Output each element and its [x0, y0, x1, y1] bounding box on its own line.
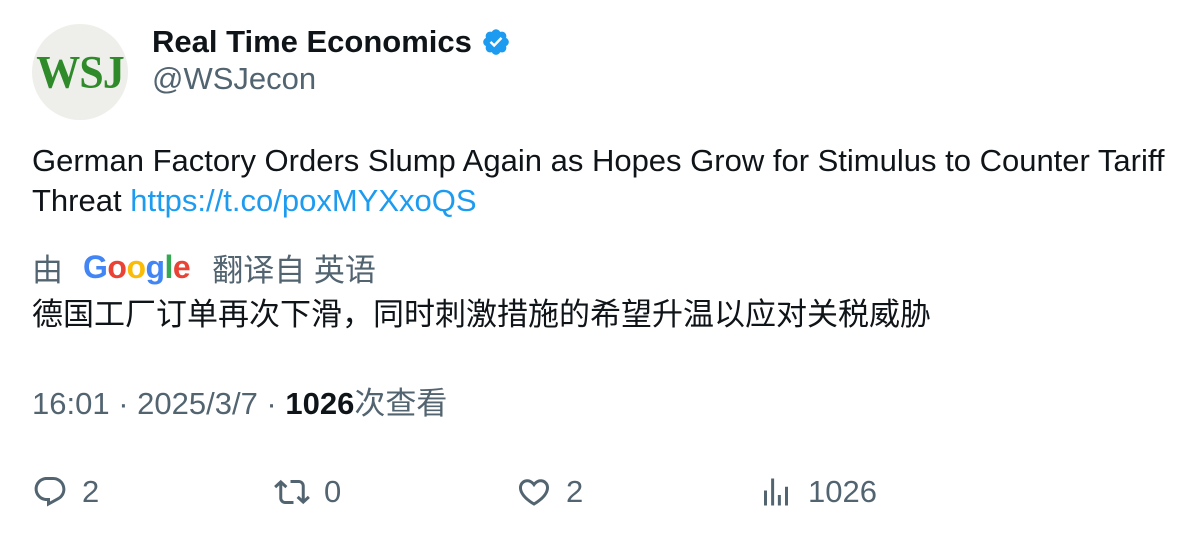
views-icon — [764, 478, 788, 506]
tweet-meta: 16:01 · 2025/3/7 · 1026次查看 — [32, 384, 447, 424]
reply-button[interactable]: 2 — [32, 470, 99, 514]
reply-count: 2 — [82, 474, 100, 509]
display-name[interactable]: Real Time Economics — [152, 24, 472, 60]
views-count: 1026 — [285, 386, 355, 421]
author-handle[interactable]: @WSJecon — [152, 61, 316, 97]
translation-source-label[interactable]: 翻译自 英语 — [212, 245, 376, 290]
tweet-link[interactable]: https://t.co/poxMYXxoQS — [130, 183, 476, 218]
like-button[interactable]: 2 — [516, 470, 583, 514]
avatar[interactable]: WSJ — [32, 24, 128, 120]
retweet-count: 0 — [324, 474, 342, 509]
like-icon — [518, 479, 550, 506]
like-count: 2 — [566, 474, 584, 509]
tweet-text: German Factory Orders Slump Again as Hop… — [32, 141, 1172, 221]
wsj-logo: WSJ — [36, 46, 124, 98]
meta-separator: · — [109, 386, 138, 421]
action-bar: 2 0 2 1026 — [32, 470, 1172, 514]
verified-badge-icon[interactable] — [481, 27, 511, 57]
translated-text: 德国工厂订单再次下滑，同时刺激措施的希望升温以应对关税威胁 — [32, 297, 931, 332]
retweet-icon — [274, 479, 310, 505]
views-button[interactable]: 1026 — [758, 470, 877, 514]
views-action-count: 1026 — [808, 474, 877, 509]
views-label: 次查看 — [354, 386, 448, 421]
translation-prefix: 由 — [32, 252, 63, 288]
reply-icon — [34, 477, 66, 507]
meta-separator: · — [257, 386, 286, 421]
tweet-date[interactable]: 2025/3/7 — [137, 386, 258, 421]
retweet-button[interactable]: 0 — [274, 470, 341, 514]
google-logo: Google — [83, 248, 191, 285]
author-name-row: Real Time Economics — [152, 22, 511, 62]
tweet-time[interactable]: 16:01 — [32, 386, 110, 421]
translation-attribution: 由 Google 翻译自 英语 — [32, 246, 376, 288]
tweet-card: WSJ Real Time Economics @WSJecon German … — [0, 0, 1196, 538]
